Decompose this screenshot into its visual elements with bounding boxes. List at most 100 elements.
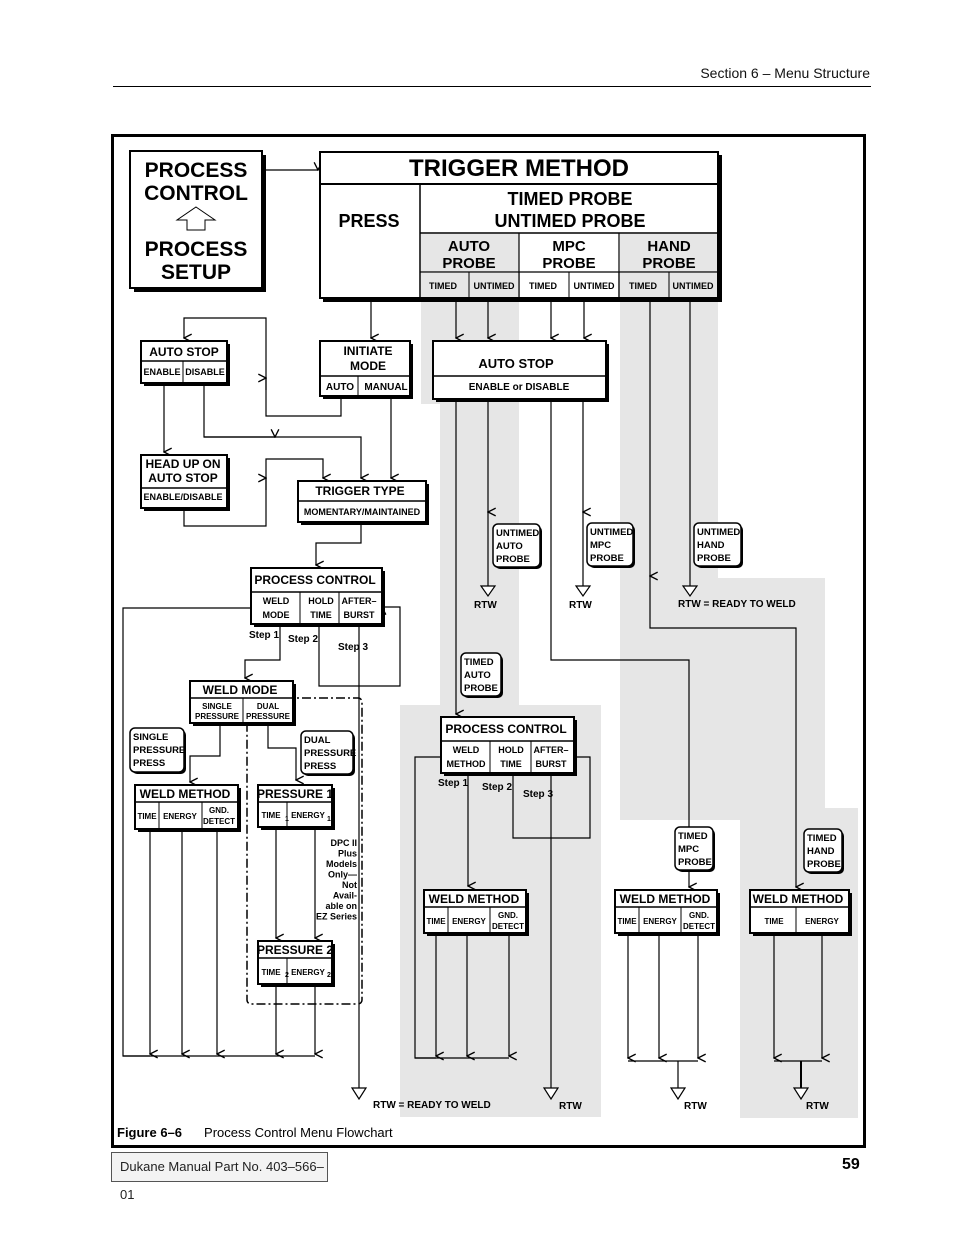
box-label: PRESSURE	[246, 712, 291, 721]
subscript: 1	[285, 816, 289, 823]
svg-text:RTW = READY TO WELD: RTW = READY TO WELD	[678, 599, 796, 610]
trigger-type-box: TRIGGER TYPE MOMENTARY/MAINTAINED	[297, 480, 429, 525]
note-line: HAND	[697, 540, 725, 551]
rtw-triangle-icon	[350, 1087, 368, 1101]
svg-text:UNTIMED: UNTIMED	[673, 281, 714, 291]
note-line: PRESSURE	[304, 748, 356, 759]
ps-line1: PROCESS	[145, 238, 248, 261]
box-label: GND.	[689, 911, 709, 920]
auto-stop-box: AUTO STOP ENABLE DISABLE	[140, 340, 230, 386]
box-label: MODE	[350, 359, 386, 373]
dpc-note-line: Only—	[328, 870, 357, 880]
rtw-triangle-icon	[574, 585, 592, 598]
box-label: HOLD	[308, 596, 334, 606]
box-label: TIME	[764, 917, 784, 926]
process-control-flowchart: PROCESS CONTROL PROCESS SETUP TRIGGER ME…	[122, 150, 858, 1118]
dpc-ii-plus-note: DPC IIPlusModelsOnly—NotAvail-able onEZ …	[316, 838, 357, 922]
note-line: TIMED	[807, 833, 837, 844]
box-label: PRESSURE	[195, 712, 240, 721]
box-label: ENERGY	[643, 917, 677, 926]
note-untimed-auto-probe: UNTIMED AUTO PROBE	[492, 523, 542, 569]
svg-text:Step 2: Step 2	[288, 634, 318, 645]
svg-text:RTW = READY TO WELD: RTW = READY TO WELD	[373, 1100, 491, 1111]
dpc-note-line: Not	[342, 880, 357, 890]
note-line: UNTIMED	[697, 527, 740, 538]
svg-text:AUTO: AUTO	[448, 238, 491, 255]
box-label: METHOD	[447, 759, 486, 769]
note-line: AUTO	[496, 541, 523, 552]
box-label: ENERGY	[291, 968, 325, 977]
svg-text:PROBE: PROBE	[442, 255, 495, 272]
process-control-box-2: PROCESS CONTROL WELD METHOD HOLD TIME AFTER– B…	[440, 716, 577, 776]
box-label: DETECT	[683, 922, 715, 931]
box-label: ENABLE/DISABLE	[143, 492, 222, 502]
box-label: WELD METHOD	[753, 892, 844, 906]
note-line: PROBE	[590, 553, 624, 564]
trigger-method-title: TRIGGER METHOD	[409, 155, 629, 182]
note-timed-hand-probe: TIMED HAND PROBE	[803, 828, 844, 874]
box-label: AFTER–	[533, 745, 568, 755]
box-label: GND.	[498, 911, 518, 920]
note-line: PROBE	[464, 683, 498, 694]
process-control-box-1: PROCESS CONTROL WELD MODE HOLD TIME AFTER– BUR…	[250, 567, 385, 627]
figure-caption: Figure 6–6 Process Control Menu Flowchart	[117, 1125, 393, 1140]
box-label: DUAL	[257, 702, 279, 711]
subscript: 1	[327, 816, 331, 823]
ps-line2: SETUP	[161, 261, 231, 284]
press-label: PRESS	[338, 211, 399, 231]
box-label: TIME	[500, 759, 522, 769]
subscript: 2	[327, 972, 331, 979]
dpc-note-line: EZ Series	[316, 912, 357, 922]
note-line: SINGLE	[133, 732, 168, 743]
svg-text:MPC: MPC	[552, 238, 586, 255]
box-label: DISABLE	[185, 367, 225, 377]
pressure-2-box: PRESSURE 2 TIME ENERGY	[257, 940, 335, 987]
box-label: ENABLE	[143, 367, 180, 377]
initiate-mode-box: INITIATEMODE AUTO MANUAL	[319, 340, 413, 399]
auto-stop-enable-disable-box: AUTO STOP ENABLE or DISABLE	[432, 340, 609, 402]
svg-text:PROBE: PROBE	[542, 255, 595, 272]
box-label: TIME	[310, 610, 332, 620]
box-label: PRESSURE 2	[257, 943, 333, 957]
svg-text:TIMED: TIMED	[629, 281, 657, 291]
note-timed-mpc-probe: TIMED MPC PROBE	[674, 826, 715, 872]
box-label: TIME	[261, 968, 281, 977]
box-label: DETECT	[492, 922, 524, 931]
box-label: MANUAL	[364, 382, 407, 393]
note-line: HAND	[807, 846, 835, 857]
shade-hand-probe-mid	[620, 578, 825, 820]
shaded-regions	[400, 298, 858, 1118]
box-label: ENERGY	[163, 812, 197, 821]
box-label: MOMENTARY/MAINTAINED	[304, 507, 421, 517]
note-line: TIMED	[678, 831, 708, 842]
box-label: DETECT	[203, 817, 235, 826]
svg-text:Step 2: Step 2	[482, 782, 512, 793]
note-line: PRESSURE	[133, 745, 185, 756]
svg-text:RTW: RTW	[569, 600, 592, 611]
page-number: 59	[842, 1156, 860, 1173]
box-label: HOLD	[498, 745, 524, 755]
note-line: UNTIMED	[496, 528, 539, 539]
svg-text:HAND: HAND	[647, 238, 690, 255]
note-timed-auto-probe: TIMED AUTO PROBE	[460, 652, 503, 698]
note-line: PROBE	[697, 553, 731, 564]
svg-text:Step 3: Step 3	[523, 789, 553, 800]
process-control-setup-box: PROCESS CONTROL PROCESS SETUP	[129, 150, 266, 292]
figure-label: Figure 6–6	[117, 1125, 183, 1140]
note-single-pressure-press: SINGLE PRESSURE PRESS	[129, 727, 186, 774]
dpc-note-line: Avail-	[333, 891, 357, 901]
note-untimed-hand-probe: UNTIMED HAND PROBE	[693, 522, 743, 568]
box-label: ENERGY	[291, 811, 325, 820]
pc-line1: PROCESS	[145, 159, 248, 182]
untimed-probe-label: UNTIMED PROBE	[494, 211, 645, 231]
manual-part-number: Dukane Manual Part No. 403–566–01	[111, 1152, 328, 1202]
box-label: PRESSURE 1	[257, 787, 333, 801]
svg-text:TIMED: TIMED	[529, 281, 557, 291]
subscript: 2	[285, 972, 289, 979]
note-line: MPC	[678, 844, 699, 855]
dpc-note-line: DPC II	[330, 838, 357, 848]
svg-text:RTW: RTW	[559, 1101, 582, 1112]
weld-method-box-4: WELD METHOD TIME ENERGY	[749, 889, 852, 936]
box-label: TIME	[261, 811, 281, 820]
box-label: AUTO	[326, 382, 354, 393]
